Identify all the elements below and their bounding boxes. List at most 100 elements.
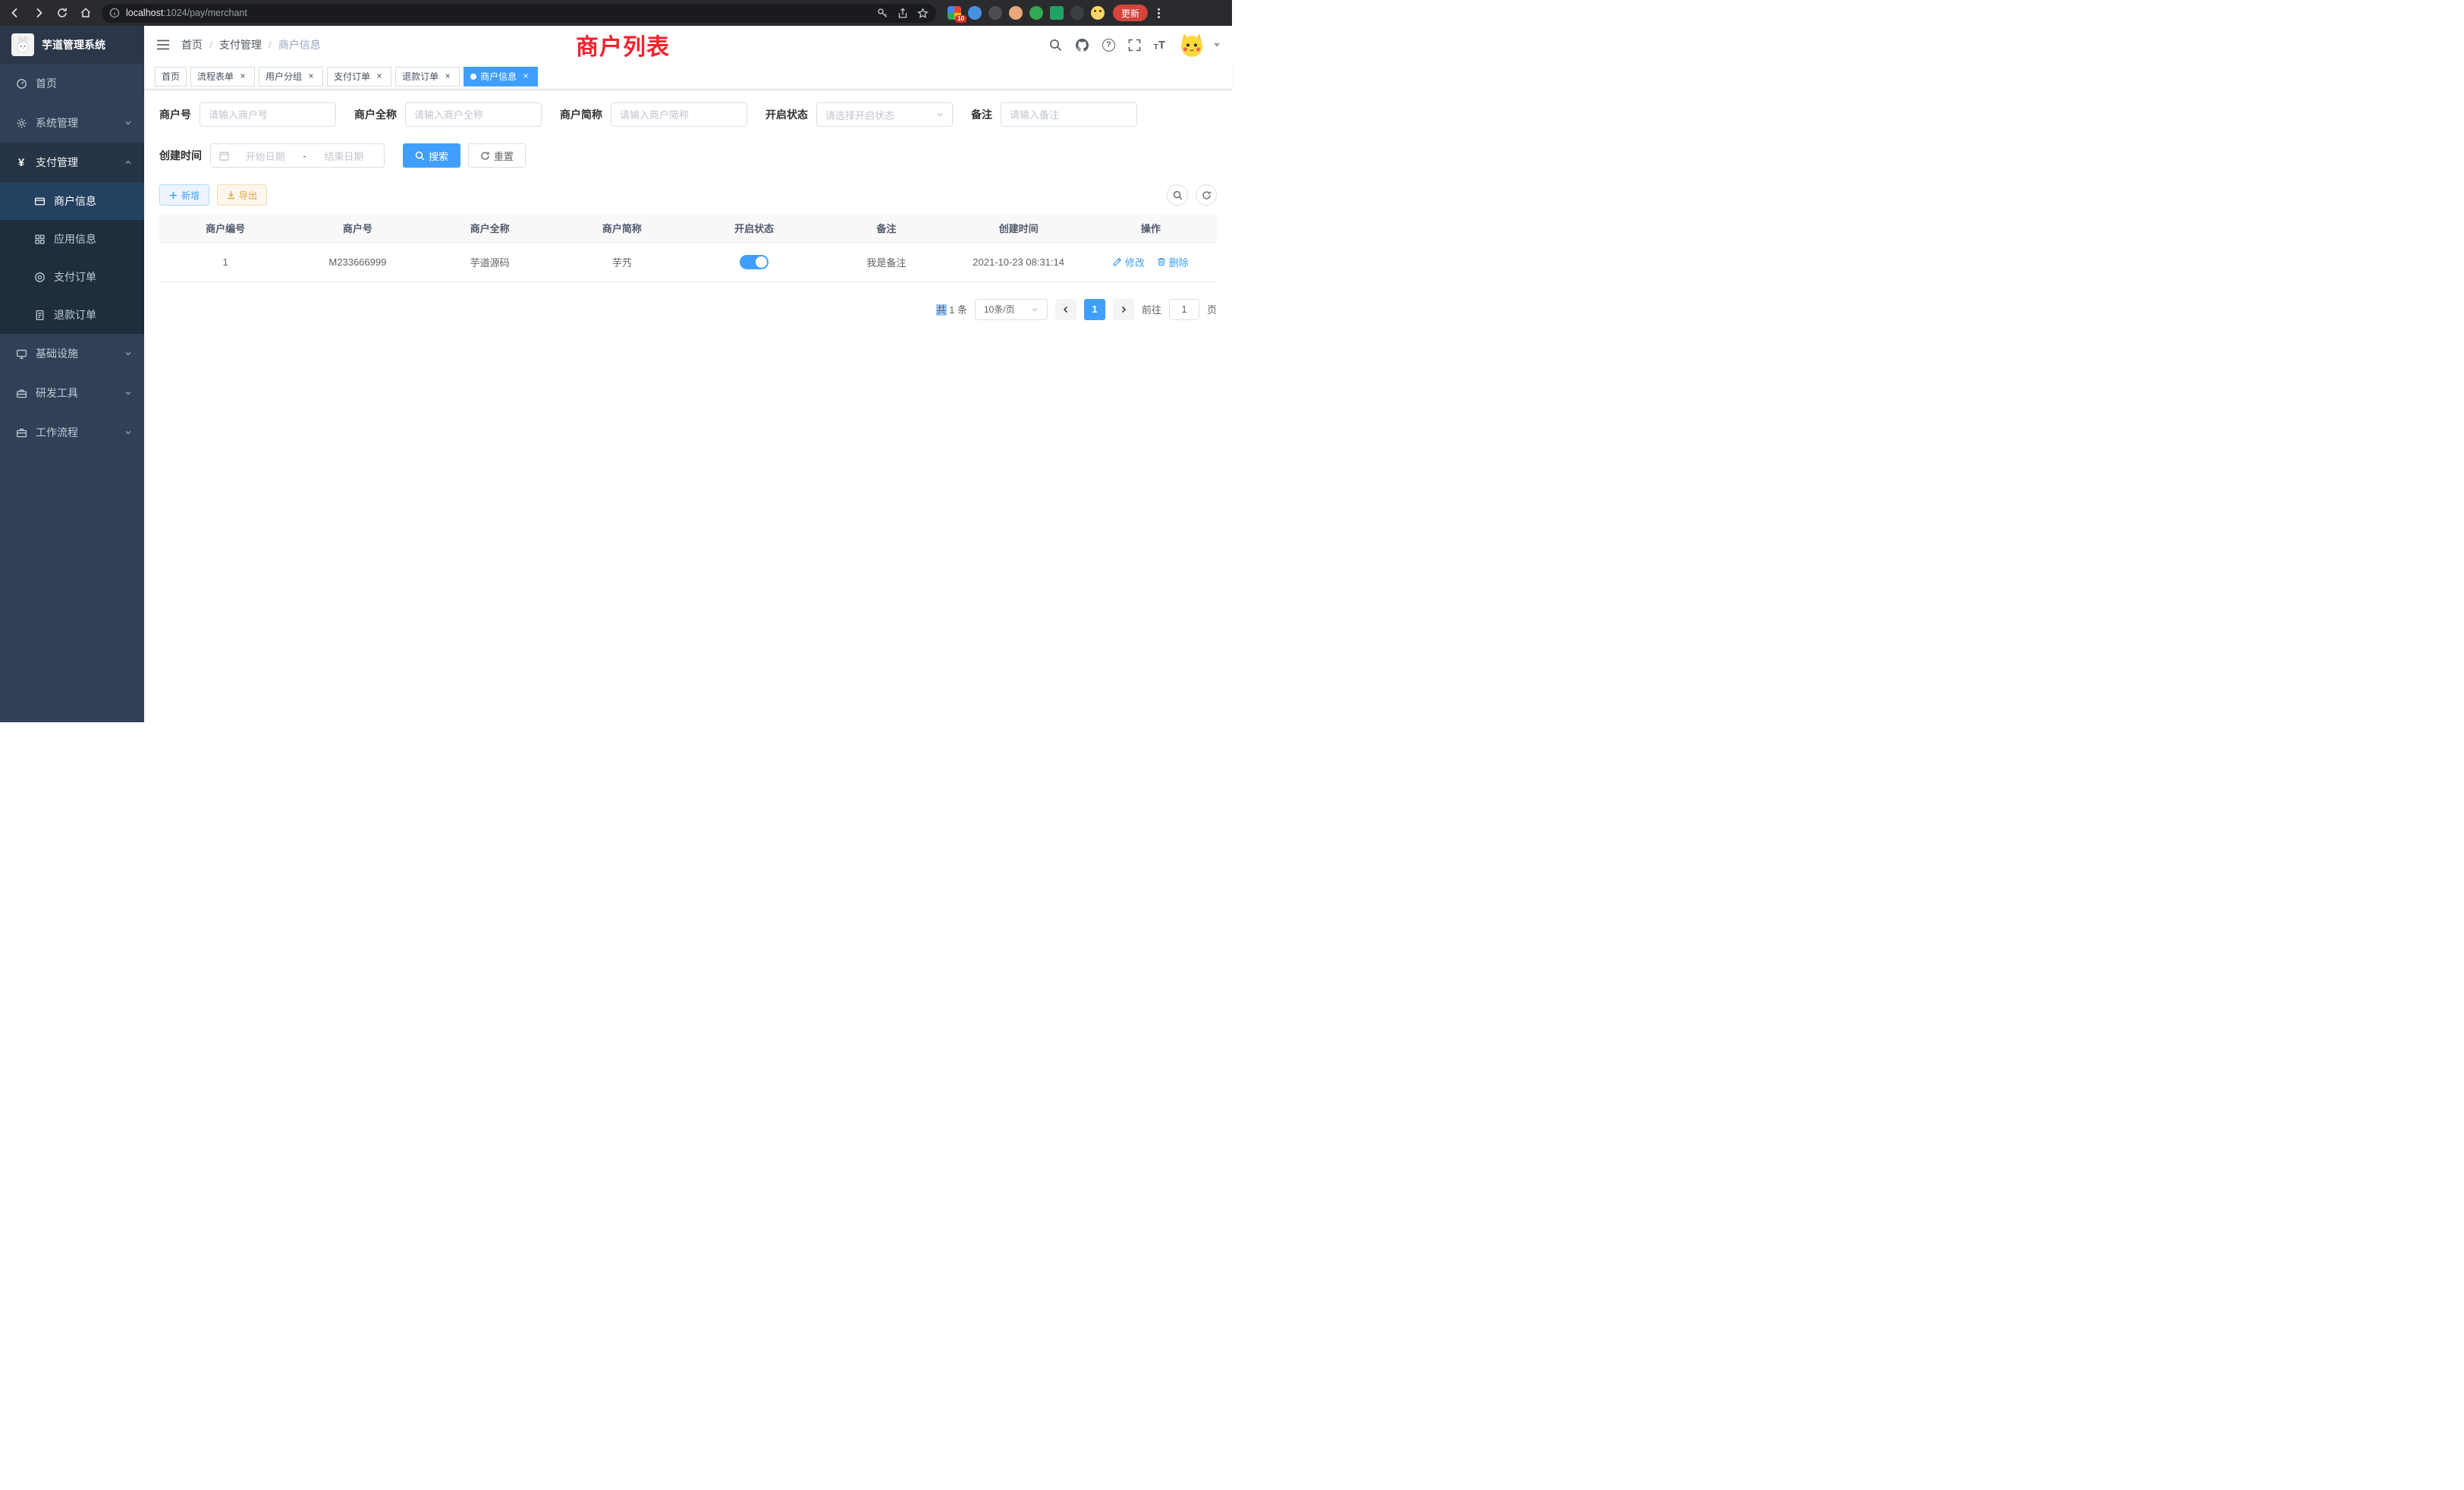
page-size-select[interactable]: 10条/页	[975, 299, 1048, 320]
breadcrumb-payment[interactable]: 支付管理	[219, 37, 262, 52]
sidebar-item-system[interactable]: 系统管理	[0, 103, 144, 143]
hamburger-icon[interactable]	[156, 39, 170, 51]
add-button[interactable]: 新增	[159, 184, 209, 206]
extension-avatar-icon[interactable]	[1009, 6, 1023, 20]
col-full-name: 商户全称	[424, 214, 556, 242]
help-icon[interactable]	[1102, 39, 1115, 52]
screen: localhost:1024/pay/merchant 10	[0, 0, 1232, 745]
monitor-icon	[15, 348, 27, 360]
home-icon[interactable]	[78, 5, 93, 20]
payment-submenu: 商户信息 应用信息 支付订单	[0, 182, 144, 334]
gear-icon	[15, 118, 27, 129]
breadcrumb-home[interactable]: 首页	[181, 37, 203, 52]
font-size-icon[interactable]	[1154, 39, 1165, 52]
search-button[interactable]: 搜索	[403, 143, 460, 168]
tab-refund-order[interactable]: 退款订单×	[395, 67, 460, 86]
sidebar-item-devtools[interactable]: 研发工具	[0, 373, 144, 413]
refresh-icon[interactable]	[55, 5, 70, 20]
create-time-range-picker[interactable]: 开始日期 - 结束日期	[210, 143, 385, 168]
goto-page-input[interactable]	[1169, 299, 1199, 320]
chevron-down-icon	[936, 111, 944, 118]
app-title: 芋道管理系统	[42, 37, 105, 52]
close-icon[interactable]: ×	[237, 71, 248, 82]
sidebar-item-app-info[interactable]: 应用信息	[0, 220, 144, 258]
next-page-button[interactable]	[1113, 299, 1134, 320]
reset-button[interactable]: 重置	[468, 143, 526, 168]
share-icon[interactable]	[897, 8, 908, 19]
tab-home[interactable]: 首页	[155, 67, 187, 86]
extension-green-square-icon[interactable]	[1050, 6, 1064, 20]
pagination: 共 1 条 10条/页 1 前往	[159, 299, 1217, 320]
sidebar-logo[interactable]: 芋道管理系统	[0, 26, 144, 64]
browser-menu-icon[interactable]	[1158, 8, 1160, 18]
site-info-icon[interactable]	[109, 8, 120, 18]
prev-page-button[interactable]	[1055, 299, 1076, 320]
remark-label: 备注	[971, 107, 992, 122]
extension-smiley-icon[interactable]	[1091, 6, 1105, 20]
search-icon[interactable]	[1049, 39, 1062, 52]
sidebar-item-infra[interactable]: 基础设施	[0, 334, 144, 373]
content: 商户号 商户全称 商户简称 开启状态 请选择开启状态	[144, 90, 1232, 745]
cell-remark: 我是备注	[820, 242, 952, 281]
export-button[interactable]: 导出	[217, 184, 267, 206]
page-annotation: 商户列表	[576, 28, 670, 61]
chevron-down-icon	[124, 389, 132, 397]
github-icon[interactable]	[1075, 38, 1089, 52]
merchant-no-input[interactable]	[200, 102, 336, 127]
delete-link[interactable]: 删除	[1157, 255, 1189, 269]
col-actions: 操作	[1085, 214, 1217, 242]
table-row: 1 M233666999 芋道源码 芋艿 我是备注 2021-10-23 08:…	[159, 242, 1217, 281]
page-unit-label: 页	[1207, 302, 1217, 316]
tab-merchant-info[interactable]: 商户信息×	[464, 67, 538, 86]
full-name-input[interactable]	[405, 102, 542, 127]
sidebar-item-refund-order[interactable]: 退款订单	[0, 296, 144, 334]
extension-puzzle-icon[interactable]: 10	[948, 6, 961, 20]
logo-avatar	[11, 33, 34, 56]
fullscreen-icon[interactable]	[1128, 39, 1141, 52]
page-number-1[interactable]: 1	[1084, 299, 1105, 320]
toolbox-icon	[15, 388, 27, 399]
remark-input[interactable]	[1001, 102, 1137, 127]
search-form-row-1: 商户号 商户全称 商户简称 开启状态 请选择开启状态	[159, 102, 1217, 127]
cell-created-at: 2021-10-23 08:31:14	[953, 242, 1085, 281]
status-select[interactable]: 请选择开启状态	[816, 102, 953, 127]
refresh-table-icon[interactable]	[1196, 184, 1217, 206]
close-icon[interactable]: ×	[306, 71, 316, 82]
tab-user-group[interactable]: 用户分组×	[259, 67, 323, 86]
col-merchant-no: 商户号	[291, 214, 423, 242]
short-name-input[interactable]	[611, 102, 747, 127]
target-icon	[33, 272, 46, 283]
extension-dark-icon[interactable]	[988, 6, 1002, 20]
merchant-table: 商户编号 商户号 商户全称 商户简称 开启状态 备注 创建时间 操作 1	[159, 214, 1217, 282]
edit-link[interactable]: 修改	[1113, 255, 1145, 269]
extension-green-circle-icon[interactable]	[1029, 6, 1043, 20]
password-key-icon[interactable]	[877, 8, 888, 19]
address-bar[interactable]: localhost:1024/pay/merchant	[102, 4, 936, 23]
forward-icon[interactable]	[31, 5, 46, 20]
close-icon[interactable]: ×	[374, 71, 385, 82]
yen-icon	[15, 156, 27, 169]
extension-blue-icon[interactable]	[968, 6, 982, 20]
close-icon[interactable]: ×	[520, 71, 531, 82]
close-icon[interactable]: ×	[442, 71, 453, 82]
user-avatar[interactable]	[1178, 31, 1205, 58]
sidebar-item-home[interactable]: 首页	[0, 64, 144, 103]
dashboard-icon	[15, 78, 27, 90]
tab-pay-order[interactable]: 支付订单×	[327, 67, 391, 86]
cell-actions: 修改 删除	[1085, 242, 1217, 281]
toggle-search-icon[interactable]	[1167, 184, 1188, 206]
sidebar-item-merchant-info[interactable]: 商户信息	[0, 182, 144, 220]
tab-process-form[interactable]: 流程表单×	[190, 67, 255, 86]
user-menu-caret-icon[interactable]	[1214, 43, 1220, 47]
browser-update-button[interactable]: 更新	[1113, 5, 1148, 21]
start-date-placeholder: 开始日期	[234, 149, 297, 163]
back-icon[interactable]	[8, 5, 23, 20]
card-icon	[33, 196, 46, 207]
sidebar-item-payment[interactable]: 支付管理	[0, 143, 144, 182]
bookmark-star-icon[interactable]	[917, 8, 929, 19]
col-merchant-index: 商户编号	[159, 214, 291, 242]
status-toggle[interactable]	[740, 255, 768, 269]
sidebar-item-pay-order[interactable]: 支付订单	[0, 258, 144, 296]
sidebar-item-workflow[interactable]: 工作流程	[0, 413, 144, 452]
extension-pinwheel-icon[interactable]	[1070, 6, 1084, 20]
